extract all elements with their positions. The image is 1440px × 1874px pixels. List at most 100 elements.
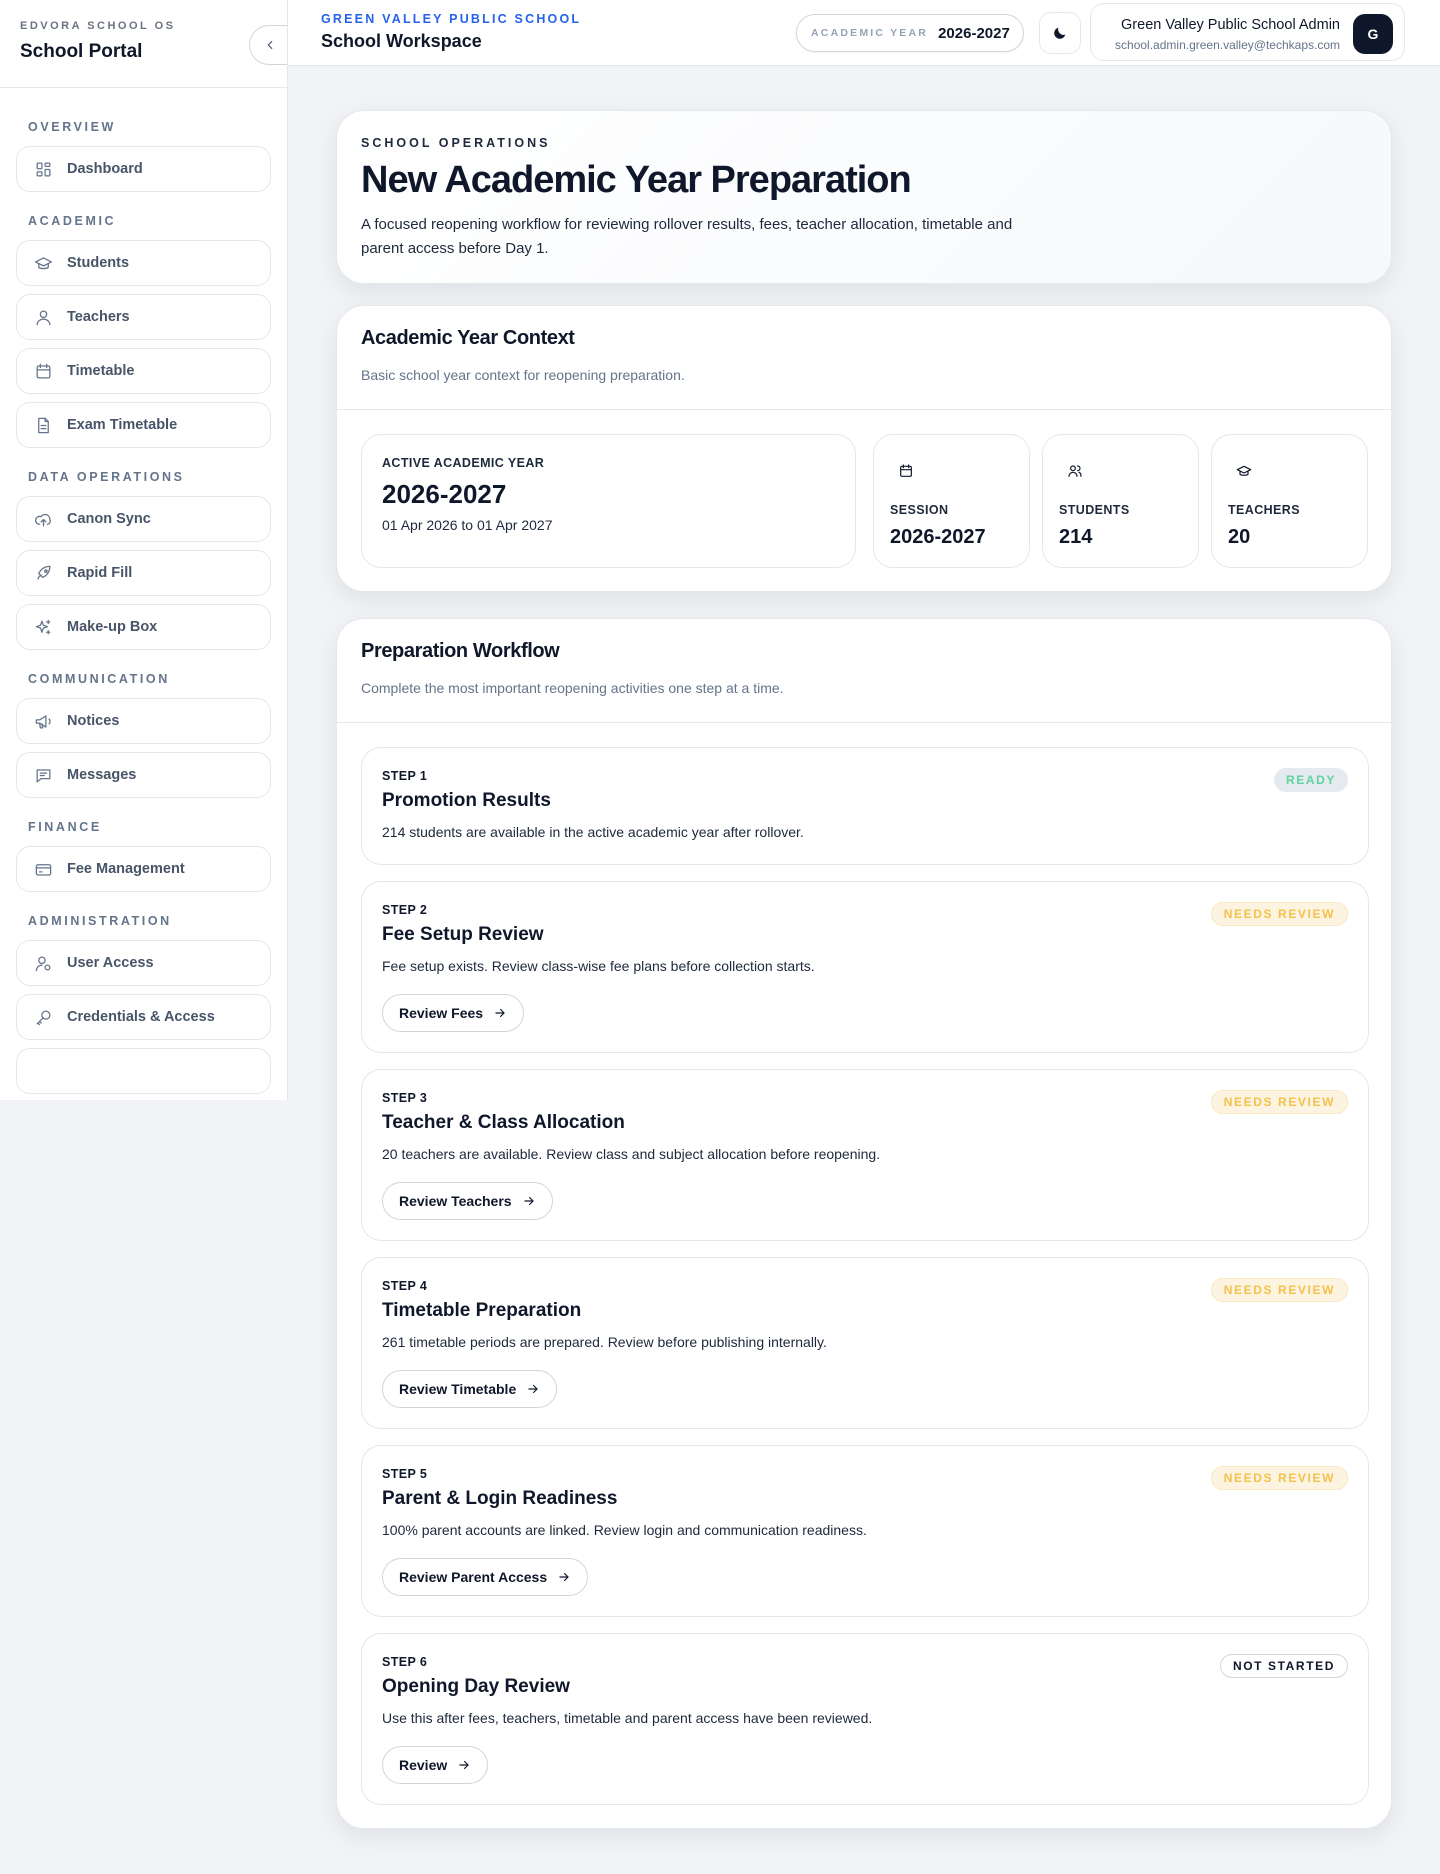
page-title: New Academic Year Preparation — [361, 159, 912, 201]
arrow-right-icon — [493, 1006, 507, 1020]
step-title: Teacher & Class Allocation — [382, 1112, 625, 1133]
workspace-title: School Workspace — [321, 31, 482, 51]
workflow-header: Preparation Workflow Complete the most i… — [337, 619, 1391, 723]
review-timetable-button[interactable]: Review Timetable — [382, 1370, 558, 1408]
sidebar-item-label: Credentials & Access — [67, 1009, 215, 1025]
preparation-workflow-card: Preparation Workflow Complete the most i… — [336, 618, 1392, 1829]
status-badge: NEEDS REVIEW — [1210, 1466, 1348, 1490]
school-name: GREEN VALLEY PUBLIC SCHOOL — [321, 12, 582, 26]
step-number: STEP 1 — [382, 769, 428, 783]
session-stat: SESSION 2026-2027 — [873, 434, 1030, 568]
arrow-right-icon — [457, 1758, 471, 1772]
sidebar-item-notices[interactable]: Notices — [16, 698, 271, 744]
nav-section-academic: ACADEMIC — [28, 214, 117, 228]
active-year-value: 2026-2027 — [382, 479, 507, 509]
sidebar-item-canon-sync[interactable]: Canon Sync — [16, 496, 271, 542]
brand-kicker: EDVORA SCHOOL OS — [20, 20, 176, 32]
sidebar: EDVORA SCHOOL OS School Portal OVERVIEW … — [0, 0, 288, 1100]
review-fees-button[interactable]: Review Fees — [382, 994, 525, 1032]
hero-kicker: SCHOOL OPERATIONS — [361, 136, 551, 150]
avatar[interactable]: G — [1353, 14, 1393, 54]
calendar-icon — [33, 361, 53, 381]
sidebar-item-label: Messages — [67, 767, 137, 783]
review-teachers-button[interactable]: Review Teachers — [382, 1182, 553, 1220]
context-subtitle: Basic school year context for reopening … — [361, 367, 685, 383]
topbar: GREEN VALLEY PUBLIC SCHOOL School Worksp… — [288, 0, 1440, 66]
stat-value: 2026-2027 — [890, 526, 986, 548]
stat-label: TEACHERS — [1228, 503, 1300, 517]
workflow-title: Preparation Workflow — [361, 640, 560, 662]
nav-section-data-operations: DATA OPERATIONS — [28, 470, 185, 484]
hero-card: SCHOOL OPERATIONS New Academic Year Prep… — [336, 110, 1392, 284]
sidebar-item-label: Rapid Fill — [67, 565, 133, 581]
cloud-upload-icon — [33, 509, 53, 529]
nav-section-administration: ADMINISTRATION — [28, 914, 172, 928]
sidebar-item-label: Fee Management — [67, 861, 185, 877]
sidebar-item-rapid-fill[interactable]: Rapid Fill — [16, 550, 271, 596]
chevron-left-icon — [267, 40, 272, 50]
arrow-right-icon — [557, 1570, 571, 1584]
message-icon — [33, 765, 53, 785]
workflow-step-3: STEP 3 Teacher & Class Allocation 20 tea… — [361, 1069, 1369, 1241]
active-year-box: ACTIVE ACADEMIC YEAR 2026-2027 01 Apr 20… — [361, 434, 856, 568]
step-description: Use this after fees, teachers, timetable… — [382, 1710, 873, 1726]
context-title: Academic Year Context — [361, 327, 575, 349]
hero-description: A focused reopening workflow for reviewi… — [361, 216, 1013, 257]
step-description: 100% parent accounts are linked. Review … — [382, 1522, 867, 1538]
sidebar-item-students[interactable]: Students — [16, 240, 271, 286]
dashboard-icon — [33, 159, 53, 179]
sidebar-item-label: Dashboard — [67, 161, 143, 177]
sidebar-item-make-up-box[interactable]: Make-up Box — [16, 604, 271, 650]
sidebar-item-label: Notices — [67, 713, 120, 729]
sidebar-item-label: Teachers — [67, 309, 130, 325]
context-header: Academic Year Context Basic school year … — [337, 306, 1391, 410]
sidebar-item-label: Canon Sync — [67, 511, 151, 527]
nav-section-communication: COMMUNICATION — [28, 672, 170, 686]
academic-year-label: ACADEMIC YEAR — [811, 27, 929, 39]
step-number: STEP 3 — [382, 1091, 428, 1105]
button-label: Review Parent Access — [399, 1569, 548, 1585]
review-parent-access-button[interactable]: Review Parent Access — [382, 1558, 589, 1596]
user-icon — [33, 307, 53, 327]
theme-toggle-button[interactable] — [1039, 12, 1081, 54]
sidebar-item-exam-timetable[interactable]: Exam Timetable — [16, 402, 271, 448]
academic-year-selector[interactable]: ACADEMIC YEAR 2026-2027 — [796, 14, 1024, 52]
status-badge: READY — [1273, 768, 1348, 792]
step-number: STEP 4 — [382, 1279, 428, 1293]
document-icon — [33, 415, 53, 435]
collapse-sidebar-button[interactable] — [249, 25, 287, 65]
user-name: Green Valley Public School Admin — [1121, 17, 1340, 33]
arrow-right-icon — [526, 1382, 540, 1396]
user-menu[interactable]: Green Valley Public School Admin school.… — [1090, 3, 1405, 61]
active-year-label: ACTIVE ACADEMIC YEAR — [382, 456, 545, 470]
users-icon — [1067, 463, 1083, 484]
step-description: 20 teachers are available. Review class … — [382, 1146, 881, 1162]
sidebar-item-fee-management[interactable]: Fee Management — [16, 846, 271, 892]
review-button[interactable]: Review — [382, 1746, 489, 1784]
step-title: Parent & Login Readiness — [382, 1488, 618, 1509]
sidebar-item-timetable[interactable]: Timetable — [16, 348, 271, 394]
step-description: 261 timetable periods are prepared. Revi… — [382, 1334, 827, 1350]
step-title: Promotion Results — [382, 790, 551, 811]
sidebar-item-dashboard[interactable]: Dashboard — [16, 146, 271, 192]
button-label: Review Timetable — [399, 1381, 517, 1397]
sidebar-item-label: Timetable — [67, 363, 135, 379]
sidebar-item-credentials-access[interactable]: Credentials & Access — [16, 994, 271, 1040]
sidebar-item-messages[interactable]: Messages — [16, 752, 271, 798]
workflow-subtitle: Complete the most important reopening ac… — [361, 680, 784, 696]
sidebar-item-partial[interactable] — [16, 1048, 271, 1094]
sidebar-header: EDVORA SCHOOL OS School Portal — [0, 0, 287, 88]
megaphone-icon — [33, 711, 53, 731]
sidebar-item-user-access[interactable]: User Access — [16, 940, 271, 986]
step-description: 214 students are available in the active… — [382, 824, 804, 840]
sparkles-icon — [33, 617, 53, 637]
status-badge: NEEDS REVIEW — [1210, 1090, 1348, 1114]
graduation-cap-icon — [1236, 463, 1252, 484]
sidebar-item-teachers[interactable]: Teachers — [16, 294, 271, 340]
workflow-step-2: STEP 2 Fee Setup Review Fee setup exists… — [361, 881, 1369, 1053]
active-year-range: 01 Apr 2026 to 01 Apr 2027 — [382, 517, 553, 533]
academic-year-context-card: Academic Year Context Basic school year … — [336, 305, 1392, 592]
button-label: Review Fees — [399, 1005, 484, 1021]
step-title: Fee Setup Review — [382, 924, 544, 945]
sidebar-item-label: Exam Timetable — [67, 417, 178, 433]
